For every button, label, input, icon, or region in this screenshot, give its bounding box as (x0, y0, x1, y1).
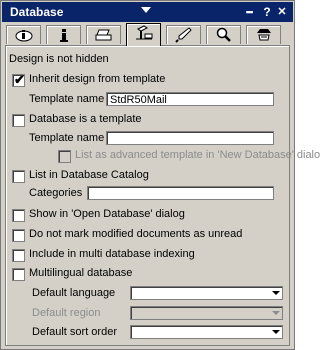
template-name-2-field[interactable] (106, 131, 274, 145)
database-is-template-label: Database is a template (29, 113, 142, 125)
advanced-template-checkbox[interactable] (58, 150, 71, 163)
properties-type-dropdown-arrow[interactable] (141, 7, 151, 13)
default-sort-order-select[interactable] (130, 325, 283, 339)
tab-print[interactable] (86, 25, 121, 44)
chevron-down-icon[interactable] (270, 327, 281, 337)
tab-basics[interactable] (6, 25, 41, 44)
inherit-design-label: Inherit design from template (29, 73, 166, 85)
show-open-database-label: Show in 'Open Database' dialog (29, 208, 185, 220)
database-properties-window: Database ▪▪▪ ? ✕ Design is not hidden ✔ … (0, 0, 320, 350)
tab-search[interactable] (206, 25, 241, 44)
default-region-label: Default region (32, 307, 101, 319)
database-is-template-checkbox[interactable] (12, 114, 25, 127)
database-catalog-label: List in Database Catalog (29, 169, 149, 181)
menu-icon[interactable]: ▪▪▪ (241, 4, 257, 20)
multi-db-indexing-label: Include in multi database indexing (29, 248, 195, 260)
template-name-label: Template name (29, 93, 105, 105)
template-name-2-label: Template name (29, 132, 105, 144)
default-language-label: Default language (32, 287, 116, 299)
info-cloud-icon (15, 30, 33, 42)
key-hat-icon (257, 29, 271, 41)
database-catalog-checkbox[interactable] (12, 170, 25, 183)
multilingual-label: Multilingual database (29, 267, 133, 279)
default-sort-order-label: Default sort order (32, 326, 117, 338)
multi-db-indexing-checkbox[interactable] (12, 249, 25, 262)
help-button[interactable]: ? (261, 4, 273, 20)
design-hidden-status: Design is not hidden (9, 53, 109, 65)
checkmark-icon: ✔ (14, 72, 25, 87)
advanced-template-label: List as advanced template in 'New Databa… (75, 149, 320, 161)
design-tab-panel: Design is not hidden ✔ Inherit design fr… (5, 45, 320, 346)
tab-strip (5, 23, 290, 46)
no-unread-marks-checkbox[interactable] (12, 229, 25, 242)
window-title: Database (10, 5, 64, 19)
categories-field[interactable] (87, 186, 274, 200)
close-button[interactable]: ✕ (276, 4, 288, 20)
tab-info[interactable] (46, 25, 81, 44)
rocket-icon (175, 27, 192, 43)
design-tools-icon (136, 25, 153, 40)
search-icon (216, 27, 231, 42)
no-unread-marks-label: Do not mark modified documents as unread (29, 228, 243, 240)
multilingual-checkbox[interactable] (12, 268, 25, 281)
default-region-select[interactable] (130, 306, 283, 320)
tab-launch[interactable] (166, 25, 201, 44)
show-open-database-checkbox[interactable] (12, 209, 25, 222)
chevron-down-icon[interactable] (270, 288, 281, 298)
template-name-field[interactable]: StdR50Mail (106, 92, 274, 106)
default-language-select[interactable] (130, 286, 283, 300)
printer-icon (95, 29, 112, 41)
info-icon (60, 29, 68, 42)
title-bar: Database ▪▪▪ ? ✕ (2, 2, 293, 22)
tab-advanced[interactable] (246, 25, 281, 44)
chevron-down-icon[interactable] (270, 308, 281, 318)
categories-label: Categories (29, 187, 83, 199)
tab-design[interactable] (126, 23, 161, 46)
inherit-design-checkbox[interactable]: ✔ (12, 72, 25, 87)
